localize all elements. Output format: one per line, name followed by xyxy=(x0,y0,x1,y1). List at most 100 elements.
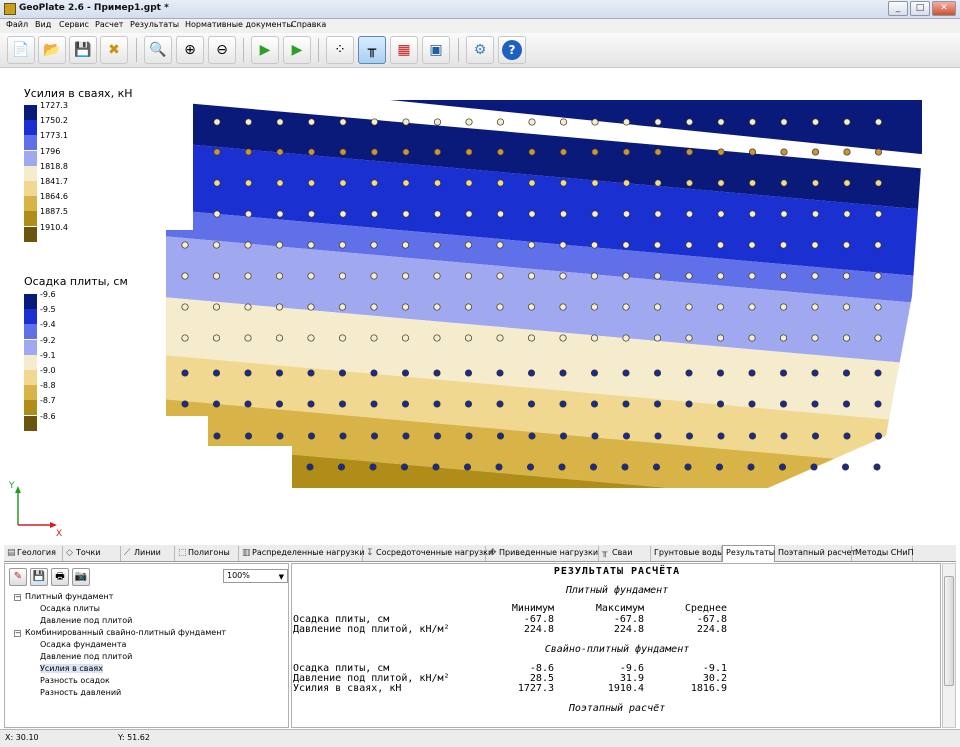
pile-point[interactable] xyxy=(338,400,347,408)
pile-point[interactable] xyxy=(496,400,504,408)
pile-point[interactable] xyxy=(276,179,284,187)
pile-point[interactable] xyxy=(780,148,788,156)
pile-point[interactable] xyxy=(401,400,410,408)
pile-point[interactable] xyxy=(496,210,505,218)
pile-point[interactable] xyxy=(465,432,473,440)
pile-point[interactable] xyxy=(717,179,725,187)
pile-point[interactable] xyxy=(843,118,851,126)
pile-point[interactable] xyxy=(874,118,883,126)
pile-point[interactable] xyxy=(778,463,787,471)
pile-point[interactable] xyxy=(244,400,252,408)
pile-point[interactable] xyxy=(685,303,693,311)
pile-point[interactable] xyxy=(276,432,284,440)
pile-point[interactable] xyxy=(370,272,378,280)
pile-point[interactable] xyxy=(433,369,441,377)
pile-point[interactable] xyxy=(213,432,221,440)
pile-point[interactable] xyxy=(716,303,725,311)
tab-8[interactable]: Грунтовые воды xyxy=(651,546,723,561)
pile-point[interactable] xyxy=(653,334,662,342)
pile-point[interactable] xyxy=(275,241,284,249)
zoom-button[interactable]: 🔍 xyxy=(144,36,172,64)
pile-point[interactable] xyxy=(244,118,253,126)
pile-point[interactable] xyxy=(433,400,441,408)
pile-point[interactable] xyxy=(338,272,347,280)
pile-point[interactable] xyxy=(748,118,757,126)
tree-item[interactable]: Давление под плитой xyxy=(40,616,132,625)
pile-point[interactable] xyxy=(748,210,757,218)
pile-point[interactable] xyxy=(685,432,694,440)
pile-point[interactable] xyxy=(717,118,725,126)
pile-point[interactable] xyxy=(652,463,661,471)
pile-point[interactable] xyxy=(307,334,315,342)
pile-point[interactable] xyxy=(496,148,505,156)
pile-point[interactable] xyxy=(779,400,788,408)
pile-point[interactable] xyxy=(496,241,504,249)
pile-point[interactable] xyxy=(213,118,221,126)
pile-point[interactable] xyxy=(622,303,630,311)
pile-point[interactable] xyxy=(622,400,630,408)
pile-point[interactable] xyxy=(527,400,536,408)
pile-point[interactable] xyxy=(276,148,284,156)
tree-item[interactable]: Осадка плиты xyxy=(40,604,100,613)
pile-point[interactable] xyxy=(465,118,473,126)
pile-point[interactable] xyxy=(275,369,284,377)
zoom-out-button[interactable]: ⊖ xyxy=(208,36,236,64)
pile-point[interactable] xyxy=(590,369,599,377)
settings-button[interactable]: ⚙ xyxy=(466,36,494,64)
tree-group[interactable]: Плитный фундамент xyxy=(25,592,113,601)
pile-point[interactable] xyxy=(811,179,820,187)
pile-point[interactable] xyxy=(339,118,347,126)
pile-point[interactable] xyxy=(527,369,536,377)
tab-10[interactable]: Поэтапный расчет xyxy=(775,546,856,561)
pile-point[interactable] xyxy=(559,118,568,126)
pile-point[interactable] xyxy=(339,210,347,218)
pile-point[interactable] xyxy=(433,241,441,249)
pile-point[interactable] xyxy=(401,241,410,249)
pile-point[interactable] xyxy=(181,400,189,408)
pile-point[interactable] xyxy=(653,303,662,311)
pile-point[interactable] xyxy=(685,272,693,280)
pile-point[interactable] xyxy=(685,369,693,377)
pile-point[interactable] xyxy=(526,463,535,471)
menu-norms[interactable]: Нормативные документы xyxy=(185,20,293,29)
pile-point[interactable] xyxy=(338,241,347,249)
pile-point[interactable] xyxy=(465,210,473,218)
pile-point[interactable] xyxy=(590,241,599,249)
pile-point[interactable] xyxy=(338,334,347,342)
tab-2[interactable]: ⟋ Линии xyxy=(121,546,175,561)
pile-point[interactable] xyxy=(276,210,284,218)
pile-point[interactable] xyxy=(244,241,252,249)
pile-point[interactable] xyxy=(559,210,568,218)
pile-point[interactable] xyxy=(874,334,882,342)
pile-point[interactable] xyxy=(684,463,692,471)
pile-point[interactable] xyxy=(717,148,725,156)
pile-point[interactable] xyxy=(213,148,221,156)
pile-point[interactable] xyxy=(747,463,755,471)
pile-point[interactable] xyxy=(780,179,788,187)
pile-point[interactable] xyxy=(401,334,410,342)
pile-point[interactable] xyxy=(402,148,410,156)
pile-point[interactable] xyxy=(653,241,662,249)
pile-point[interactable] xyxy=(464,334,473,342)
pile-point[interactable] xyxy=(402,118,410,126)
tree-item[interactable]: Давление под плитой xyxy=(40,652,132,661)
pile-point[interactable] xyxy=(307,210,316,218)
pile-point[interactable] xyxy=(433,148,442,156)
tree-item[interactable]: Осадка фундамента xyxy=(40,640,126,649)
pile-point[interactable] xyxy=(811,303,819,311)
pile-point[interactable] xyxy=(307,179,316,187)
pile-point[interactable] xyxy=(590,400,599,408)
pile-point[interactable] xyxy=(244,432,253,440)
pile-point[interactable] xyxy=(337,463,346,471)
pile-point[interactable] xyxy=(527,334,536,342)
pile-point[interactable] xyxy=(275,303,284,311)
pile-point[interactable] xyxy=(748,303,756,311)
help-button[interactable]: ? xyxy=(498,36,526,64)
print-icon[interactable]: 🖶 xyxy=(51,568,69,586)
pile-point[interactable] xyxy=(528,432,536,440)
pile-point[interactable] xyxy=(811,241,819,249)
piles-view-button[interactable]: ╥ xyxy=(358,36,386,64)
pile-point[interactable] xyxy=(401,369,410,377)
pile-point[interactable] xyxy=(464,272,473,280)
pile-point[interactable] xyxy=(622,179,631,187)
